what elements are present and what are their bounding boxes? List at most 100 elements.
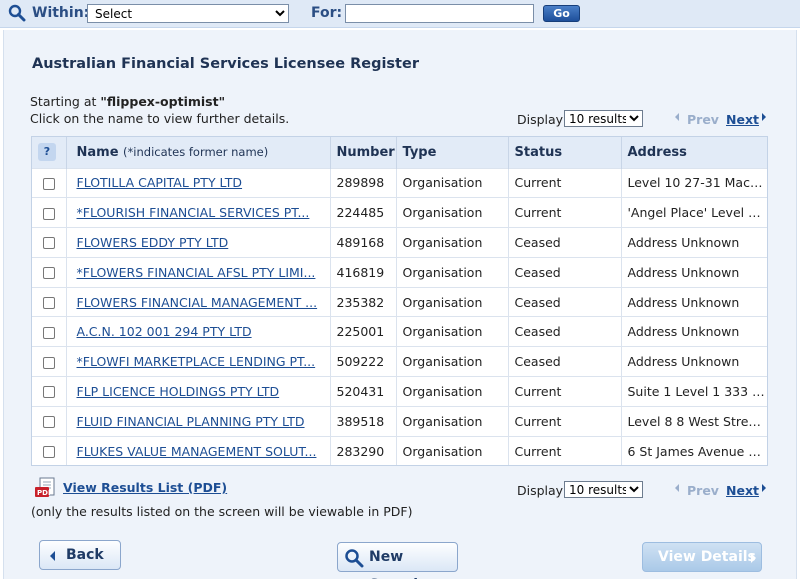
licensee-name-link[interactable]: *FLOWERS FINANCIAL AFSL PTY LIMI... <box>77 265 316 280</box>
name-cell: FLUID FINANCIAL PLANNING PTY LTD <box>66 405 331 437</box>
type-cell: Organisation <box>396 256 509 288</box>
row-checkbox-cell[interactable] <box>32 316 67 347</box>
address-cell: Level 8 8 West Street NORT... <box>621 405 767 437</box>
prev-link[interactable]: Prev <box>687 483 719 498</box>
name-cell: FLOTILLA CAPITAL PTY LTD <box>66 167 331 198</box>
prev-link[interactable]: Prev <box>687 112 719 127</box>
row-checkbox[interactable] <box>42 237 55 250</box>
row-checkbox-cell[interactable] <box>32 256 67 288</box>
row-checkbox[interactable] <box>42 297 55 310</box>
name-cell: FLOWERS FINANCIAL MANAGEMENT ... <box>66 286 331 317</box>
within-select[interactable]: Select <box>87 4 289 23</box>
table-row[interactable]: FLOWERS EDDY PTY LTD 489168 Organisation Ce… <box>32 227 767 258</box>
display-select[interactable]: 10 results <box>564 110 643 127</box>
name-cell: FLP LICENCE HOLDINGS PTY LTD <box>66 376 331 407</box>
pdf-note: (only the results listed on the screen w… <box>31 504 413 519</box>
table-row[interactable]: FLOWERS FINANCIAL MANAGEMENT ... 235382 Or… <box>32 286 767 317</box>
column-header-status: Status <box>508 137 622 168</box>
row-checkbox-cell[interactable] <box>32 286 67 317</box>
next-arrow-icon[interactable] <box>762 484 766 492</box>
row-checkbox[interactable] <box>42 386 55 399</box>
number-cell: 225001 <box>330 316 397 347</box>
row-checkbox-cell[interactable] <box>32 405 67 437</box>
search-input[interactable] <box>345 4 534 23</box>
new-search-button[interactable]: New Search <box>337 542 458 579</box>
number-cell: 289898 <box>330 167 397 198</box>
row-checkbox-cell[interactable] <box>32 167 67 198</box>
licensee-name-link[interactable]: FLOWERS EDDY PTY LTD <box>77 235 229 250</box>
row-checkbox-cell[interactable] <box>32 346 67 377</box>
number-cell: 416819 <box>330 256 397 288</box>
table-row[interactable]: FLP LICENCE HOLDINGS PTY LTD 520431 Organi… <box>32 376 767 407</box>
prev-arrow-icon <box>675 484 679 492</box>
row-checkbox[interactable] <box>42 177 55 190</box>
display-label: Display <box>517 483 564 498</box>
within-label: Within: <box>32 5 90 21</box>
row-checkbox-cell[interactable] <box>32 376 67 407</box>
status-cell: Ceased <box>508 227 622 258</box>
table-row[interactable]: A.C.N. 102 001 294 PTY LTD 225001 Organisa… <box>32 316 767 347</box>
next-link[interactable]: Next <box>726 112 759 127</box>
status-cell: Current <box>508 435 622 465</box>
back-arrow-icon <box>50 551 55 561</box>
name-cell: FLUKES VALUE MANAGEMENT SOLUT... <box>66 435 331 465</box>
licensee-name-link[interactable]: FLP LICENCE HOLDINGS PTY LTD <box>77 384 280 399</box>
display-select[interactable]: 10 results <box>564 481 643 498</box>
view-details-button[interactable]: View Details <box>642 542 762 572</box>
help-icon[interactable]: ? <box>38 143 56 162</box>
name-cell: A.C.N. 102 001 294 PTY LTD <box>66 316 331 347</box>
number-cell: 389518 <box>330 405 397 437</box>
table-row[interactable]: *FLOWERS FINANCIAL AFSL PTY LIMI... 41681… <box>32 256 767 288</box>
licensee-name-link[interactable]: FLUID FINANCIAL PLANNING PTY LTD <box>77 414 305 429</box>
type-cell: Organisation <box>396 167 509 198</box>
status-cell: Ceased <box>508 346 622 377</box>
address-cell: Suite 1 Level 1 333 Whiteh... <box>621 376 767 407</box>
row-checkbox[interactable] <box>42 207 55 220</box>
type-cell: Organisation <box>396 286 509 317</box>
status-cell: Ceased <box>508 286 622 317</box>
row-checkbox[interactable] <box>42 326 55 339</box>
licensee-name-link[interactable]: FLOWERS FINANCIAL MANAGEMENT ... <box>77 295 318 310</box>
address-cell: Level 10 27-31 Macquarie P... <box>621 167 767 198</box>
address-cell: 'Angel Place' Level 17 123 ... <box>621 197 767 228</box>
starting-term: "flippex-optimist" <box>100 94 226 109</box>
table-row[interactable]: FLUID FINANCIAL PLANNING PTY LTD 389518 Or… <box>32 405 767 437</box>
row-checkbox[interactable] <box>42 416 55 429</box>
pager-bottom: Display 10 results Prev Next <box>517 481 777 499</box>
next-link[interactable]: Next <box>726 483 759 498</box>
table-row[interactable]: FLOTILLA CAPITAL PTY LTD 289898 Organisati… <box>32 167 767 198</box>
row-checkbox[interactable] <box>42 356 55 369</box>
licensee-name-link[interactable]: *FLOWFI MARKETPLACE LENDING PT... <box>77 354 316 369</box>
view-results-pdf-link[interactable]: View Results List (PDF) <box>63 480 227 495</box>
go-button[interactable]: Go <box>543 5 580 22</box>
page-title: Australian Financial Services Licensee R… <box>32 56 419 72</box>
table-row[interactable]: FLUKES VALUE MANAGEMENT SOLUT... 283290 Or… <box>32 435 767 465</box>
licensee-name-link[interactable]: FLUKES VALUE MANAGEMENT SOLUT... <box>77 444 317 459</box>
status-cell: Current <box>508 376 622 407</box>
number-cell: 235382 <box>330 286 397 317</box>
row-checkbox-cell[interactable] <box>32 227 67 258</box>
pdf-icon[interactable]: PDF <box>34 477 60 499</box>
status-cell: Ceased <box>508 316 622 347</box>
type-cell: Organisation <box>396 405 509 437</box>
back-button[interactable]: Back <box>39 540 121 570</box>
display-label: Display <box>517 112 564 127</box>
row-checkbox-cell[interactable] <box>32 197 67 228</box>
type-cell: Organisation <box>396 376 509 407</box>
licensee-name-link[interactable]: A.C.N. 102 001 294 PTY LTD <box>77 324 252 339</box>
column-header-type: Type <box>396 137 509 168</box>
row-checkbox-cell[interactable] <box>32 435 67 465</box>
licensee-name-link[interactable]: FLOTILLA CAPITAL PTY LTD <box>77 175 243 190</box>
table-row[interactable]: *FLOURISH FINANCIAL SERVICES PT... 224485… <box>32 197 767 228</box>
licensee-name-link[interactable]: *FLOURISH FINANCIAL SERVICES PT... <box>77 205 310 220</box>
table-row[interactable]: *FLOWFI MARKETPLACE LENDING PT... 509222 O… <box>32 346 767 377</box>
next-arrow-icon[interactable] <box>762 113 766 121</box>
address-cell: Address Unknown <box>621 227 767 258</box>
help-header[interactable]: ? <box>32 137 67 168</box>
number-cell: 489168 <box>330 227 397 258</box>
table-header-row: ? Name (*indicates former name) Number T… <box>32 137 767 168</box>
status-cell: Current <box>508 405 622 437</box>
row-checkbox[interactable] <box>42 267 55 280</box>
row-checkbox[interactable] <box>42 446 55 459</box>
column-header-name: Name (*indicates former name) <box>66 137 331 168</box>
